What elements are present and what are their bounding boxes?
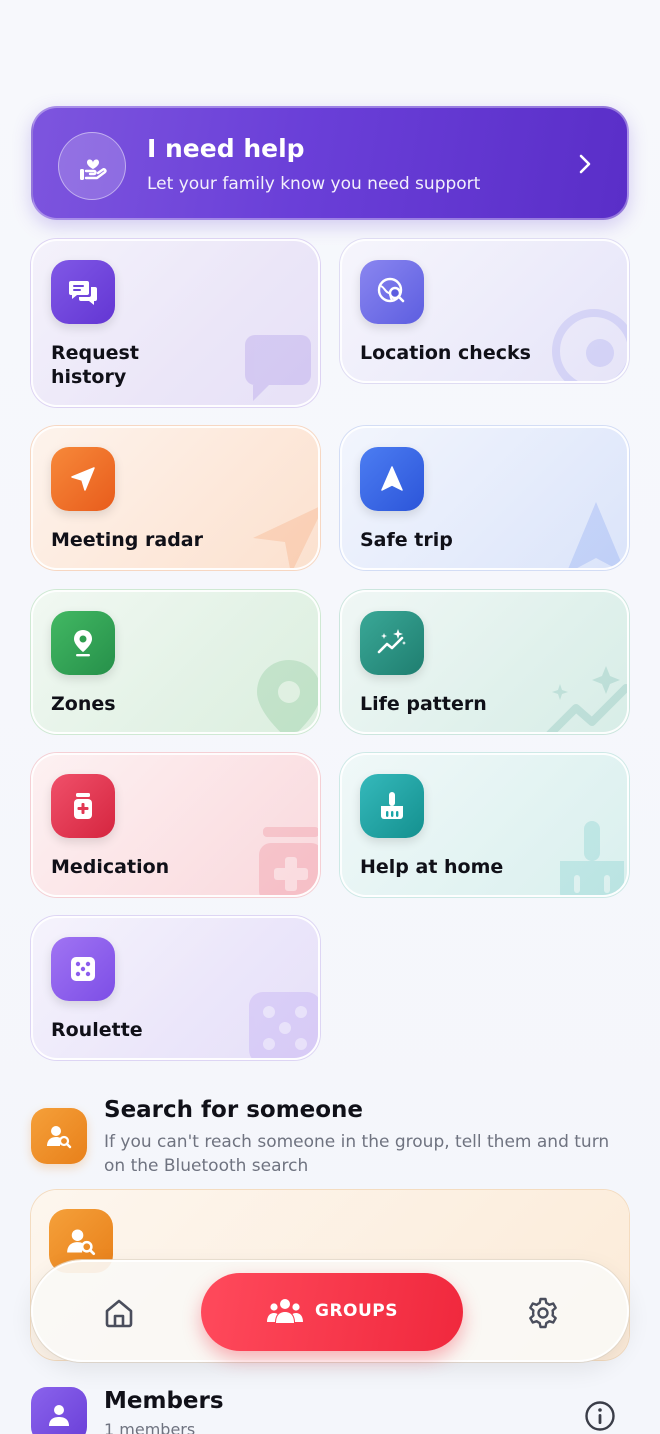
globe-decoration-icon	[552, 309, 627, 381]
help-banner-subtitle: Let your family know you need support	[147, 174, 481, 194]
home-icon[interactable]	[103, 1298, 135, 1328]
dice-decoration-icon	[249, 992, 318, 1058]
compass-arrow-decoration-icon	[568, 502, 624, 568]
navigation-arrow-icon	[51, 447, 115, 511]
feature-card-meeting-radar[interactable]: Meeting radar	[31, 426, 320, 570]
feature-label: Meeting radar	[51, 529, 203, 551]
chat-bubbles-icon	[51, 260, 115, 324]
globe-search-icon	[360, 260, 424, 324]
groups-tab-button[interactable]: GROUPS	[201, 1273, 463, 1351]
broom-decoration-icon	[560, 821, 624, 895]
members-count: 1 members	[104, 1420, 196, 1434]
feature-card-request-history[interactable]: Request history	[31, 239, 320, 407]
broom-icon	[360, 774, 424, 838]
members-group-icon	[31, 1387, 87, 1434]
feature-label: Location checks	[360, 342, 531, 364]
feature-label: Safe trip	[360, 529, 453, 551]
chevron-right-icon	[579, 154, 591, 174]
feature-card-life-pattern[interactable]: Life pattern	[340, 590, 629, 734]
pill-bottle-icon	[51, 774, 115, 838]
sparkle-graph-icon	[360, 611, 424, 675]
bottom-navigation-bar: GROUPS	[31, 1260, 629, 1362]
feature-card-safe-trip[interactable]: Safe trip	[340, 426, 629, 570]
feature-card-zones[interactable]: Zones	[31, 590, 320, 734]
members-title: Members	[104, 1388, 224, 1414]
person-search-icon	[31, 1108, 87, 1164]
feature-card-roulette[interactable]: Roulette	[31, 916, 320, 1060]
feature-label: Life pattern	[360, 693, 487, 715]
feature-label: Request history	[51, 342, 139, 388]
groups-tab-label: GROUPS	[315, 1301, 399, 1321]
feature-label: Help at home	[360, 856, 504, 878]
search-section-description: If you can't reach someone in the group,…	[104, 1132, 610, 1176]
map-pin-icon	[51, 611, 115, 675]
i-need-help-banner[interactable]: I need help Let your family know you nee…	[31, 106, 629, 220]
feature-label: Roulette	[51, 1019, 143, 1041]
map-pin-decoration-icon	[257, 660, 318, 732]
helping-hand-heart-icon	[58, 132, 126, 200]
pill-bottle-decoration-icon	[259, 827, 318, 895]
feature-card-help-at-home[interactable]: Help at home	[340, 753, 629, 897]
gear-icon[interactable]	[526, 1296, 560, 1330]
navigation-arrow-decoration-icon	[253, 507, 318, 568]
help-banner-title: I need help	[147, 134, 305, 163]
feature-card-medication[interactable]: Medication	[31, 753, 320, 897]
dice-icon	[51, 937, 115, 1001]
search-section-title: Search for someone	[104, 1097, 364, 1123]
chat-bubble-decoration-icon	[245, 335, 311, 401]
feature-label: Zones	[51, 693, 116, 715]
feature-label: Medication	[51, 856, 170, 878]
feature-card-location-checks[interactable]: Location checks	[340, 239, 629, 383]
people-group-icon	[267, 1299, 303, 1323]
info-icon[interactable]	[584, 1400, 616, 1432]
sparkle-graph-decoration-icon	[546, 666, 627, 732]
compass-arrow-icon	[360, 447, 424, 511]
